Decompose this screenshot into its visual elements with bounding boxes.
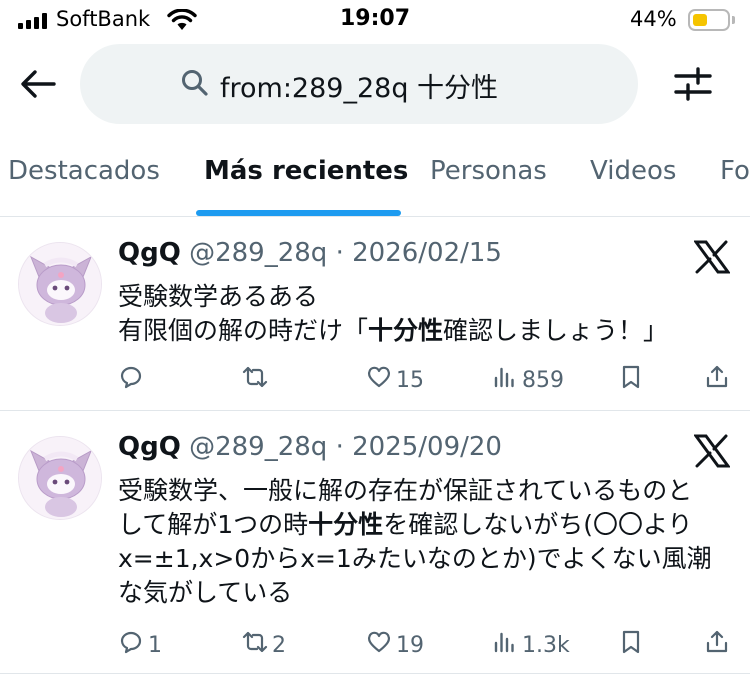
reply-icon <box>118 629 148 661</box>
tab-fotos[interactable]: Fo <box>720 156 750 186</box>
separator-dot: · <box>335 238 344 268</box>
tweet-actions: 15 859 <box>118 365 738 395</box>
tweet-text-segment: 確認しましょう！」 <box>443 316 669 345</box>
retweet-count: 2 <box>272 632 286 658</box>
tab-mas-recientes[interactable]: Más recientes <box>204 156 408 186</box>
share-icon <box>704 629 734 661</box>
tweet-text-line: 受験数学、一般に解の存在が保証されているものと <box>118 474 728 508</box>
tweet-text-segment: を確認しないがち(〇〇より <box>383 510 693 539</box>
battery-tip <box>732 16 735 24</box>
view-count: 859 <box>522 367 564 393</box>
reply-icon <box>118 364 148 396</box>
back-arrow-icon[interactable] <box>18 64 58 104</box>
views-button[interactable]: 1.3k <box>492 630 570 660</box>
retweet-button[interactable] <box>242 365 272 395</box>
tweet-text-segment: して解が1つの時 <box>118 510 309 539</box>
bookmark-icon <box>618 629 648 661</box>
share-icon <box>704 364 734 396</box>
tweet[interactable]: QgQ @289_28q · 2026/02/15 受験数学あるある有限個の解の… <box>0 218 750 411</box>
like-button[interactable]: 15 <box>366 365 424 395</box>
search-input[interactable]: from:289_28q 十分性 <box>80 44 638 124</box>
retweet-icon <box>242 629 272 661</box>
avatar[interactable] <box>18 436 102 520</box>
search-tabs: Destacados Más recientes Personas Videos… <box>0 140 750 217</box>
author-handle[interactable]: @289_28q <box>189 432 327 462</box>
like-icon <box>366 364 396 396</box>
x-logo-icon <box>693 240 731 274</box>
tweet-text-segment: x=±1,x>0からx=1みたいなのとか)でよくない風潮 <box>118 544 712 573</box>
tweet-date[interactable]: 2026/02/15 <box>352 238 502 268</box>
views-button[interactable]: 859 <box>492 365 564 395</box>
bookmark-button[interactable] <box>618 630 648 660</box>
search-query: from:289_28q 十分性 <box>220 73 499 104</box>
tweet-text-segment: な気がしている <box>118 578 293 607</box>
highlighted-term: 十分性 <box>308 510 384 539</box>
battery-icon <box>688 9 730 31</box>
views-icon <box>492 364 522 396</box>
tweet-text-line: して解が1つの時十分性を確認しないがち(〇〇より <box>118 508 728 542</box>
author-name[interactable]: QgQ <box>118 432 181 462</box>
tweet-header: QgQ @289_28q · 2025/09/20 <box>118 432 502 462</box>
tweet[interactable]: QgQ @289_28q · 2025/09/20 受験数学、一般に解の存在が保… <box>0 412 750 674</box>
retweet-button[interactable]: 2 <box>242 630 286 660</box>
status-bar: SoftBank 19:07 44% <box>0 0 750 40</box>
filter-icon[interactable] <box>672 64 714 104</box>
like-count: 19 <box>396 632 424 658</box>
tab-destacados[interactable]: Destacados <box>8 156 160 186</box>
views-icon <box>492 629 522 661</box>
search-icon <box>182 70 208 96</box>
tweet-text-line: x=±1,x>0からx=1みたいなのとか)でよくない風潮 <box>118 542 728 576</box>
bookmark-icon <box>618 364 648 396</box>
battery-percent: 44% <box>630 7 677 31</box>
tweet-text-line: な気がしている <box>118 576 728 610</box>
tweet-text-segment: 受験数学、一般に解の存在が保証されているものと <box>118 476 693 505</box>
view-count: 1.3k <box>522 632 570 658</box>
author-name[interactable]: QgQ <box>118 238 181 268</box>
tweet-text: 受験数学、一般に解の存在が保証されているものと して解が1つの時十分性を確認しない… <box>118 474 728 610</box>
like-count: 15 <box>396 367 424 393</box>
tweet-text-line: 受験数学あるある <box>118 280 728 314</box>
reply-button[interactable] <box>118 365 148 395</box>
avatar[interactable] <box>18 242 102 326</box>
tweet-date[interactable]: 2025/09/20 <box>352 432 502 462</box>
separator-dot: · <box>335 432 344 462</box>
bookmark-button[interactable] <box>618 365 648 395</box>
like-button[interactable]: 19 <box>366 630 424 660</box>
share-button[interactable] <box>704 630 734 660</box>
tweet-text-segment: 有限個の解の時だけ「 <box>118 316 369 345</box>
x-logo-icon <box>693 434 731 468</box>
reply-count: 1 <box>148 632 162 658</box>
tweet-text-segment: 受験数学あるある <box>118 282 319 311</box>
highlighted-term: 十分性 <box>368 316 444 345</box>
author-handle[interactable]: @289_28q <box>189 238 327 268</box>
reply-button[interactable]: 1 <box>118 630 162 660</box>
retweet-icon <box>242 364 272 396</box>
tweet-header: QgQ @289_28q · 2026/02/15 <box>118 238 502 268</box>
tab-personas[interactable]: Personas <box>430 156 547 186</box>
like-icon <box>366 629 396 661</box>
share-button[interactable] <box>704 365 734 395</box>
tweet-text-line: 有限個の解の時だけ「十分性確認しましょう！」 <box>118 314 728 348</box>
active-tab-indicator <box>196 210 401 216</box>
tweet-actions: 1 2 19 1.3k <box>118 630 738 660</box>
tweet-text: 受験数学あるある有限個の解の時だけ「十分性確認しましょう！」 <box>118 280 728 348</box>
tab-videos[interactable]: Videos <box>590 156 676 186</box>
